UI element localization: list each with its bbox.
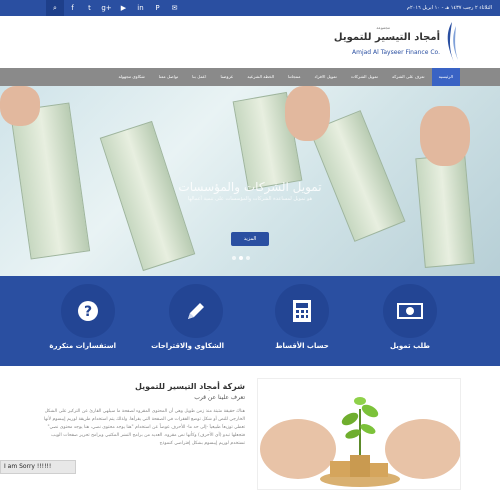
service-installment-calculator[interactable]: حساب الأقساط [274,284,330,350]
sorry-notice: I am Sorry !!!!!! [0,460,76,474]
service-faq[interactable]: ? استفسارات متكررة [49,284,116,350]
search-icon: ⌕ [53,3,57,12]
google-plus-icon[interactable]: g+ [98,0,115,16]
slider-dot-active[interactable] [239,256,243,260]
youtube-icon[interactable]: ▶ [115,0,132,16]
nav-item-personal-finance[interactable]: تمويل الافراد [308,68,344,86]
about-image [257,378,461,490]
hero-title: تمويل الشركات والمؤسسات [178,180,322,194]
hero-subtitle: هو تمويل لمساعدة الشركات والمؤسسات على ت… [187,196,313,202]
search-button[interactable]: ⌕ [46,0,64,16]
facebook-icon[interactable]: f [64,0,81,16]
coins-plant-image [258,379,460,489]
svg-text:?: ? [84,304,92,320]
service-label: طلب تمويل [390,342,430,350]
nav-item-corporate-finance[interactable]: تمويل الشركات [344,68,385,86]
mail-icon[interactable]: ✉ [166,0,183,16]
money-icon [383,284,437,338]
nav-item-about[interactable]: تعرف على الشركة [385,68,432,86]
hand-image [0,86,40,126]
hero-slider: تمويل الشركات والمؤسسات هو تمويل لمساعدة… [0,86,500,276]
nav-item-anonymous-complaints[interactable]: شكاوى مجهولة [112,68,152,86]
service-label: استفسارات متكررة [49,342,116,350]
services-band: طلب تمويل حساب الأقساط الشكاوي والاقتراح… [0,276,500,366]
banknote-image [415,154,475,268]
slider-dots [232,256,250,260]
site-logo[interactable]: مجموعة أمجاد التيسير للتمويل Amjad Al Ta… [334,18,460,66]
top-bar: ⌕ f t g+ ▶ in P ✉ الثلاثاء ٢ رجب ١٤٣٧ هـ… [0,0,500,16]
hand-image [420,106,470,166]
service-label: حساب الأقساط [275,342,329,350]
pinterest-icon[interactable]: P [149,0,166,16]
hand-image [285,86,330,141]
hero-more-button[interactable]: المزيد [231,232,269,246]
nav-item-products[interactable]: منتجاتنا [281,68,307,86]
about-subtitle: تعرف علينا عن قرب [194,394,245,401]
nav-item-careers[interactable]: اعمل بنا [185,68,213,86]
nav-item-offers[interactable]: عروضنا [213,68,240,86]
nav-item-home[interactable]: الرئيسية [431,68,460,86]
site-header: مجموعة أمجاد التيسير للتمويل Amjad Al Ta… [0,16,500,68]
slider-dot[interactable] [246,256,250,260]
service-complaints[interactable]: الشكاوي والاقتراحات [151,284,224,350]
twitter-icon[interactable]: t [81,0,98,16]
main-nav: الرئيسية تعرف على الشركة تمويل الشركات ت… [0,68,500,86]
pencil-icon [169,284,223,338]
question-icon: ? [61,284,115,338]
nav-item-sharia[interactable]: الخطة الشرعية [240,68,281,86]
about-text: هناك حقيقة مثبتة منذ زمن طويل وهي أن الم… [43,409,245,446]
logo-arabic-name: أمجاد التيسير للتمويل [333,32,440,43]
logo-english-name: Amjad Al Tayseer Finance Co. [352,49,440,56]
social-links: f t g+ ▶ in P ✉ [64,0,183,16]
slider-dot[interactable] [232,256,236,260]
logo-tagline: مجموعة [376,25,390,30]
service-label: الشكاوي والاقتراحات [151,342,224,350]
logo-mark-icon [447,22,458,62]
nav-item-contact[interactable]: تواصل معنا [152,68,185,86]
about-title: شركة أمجاد التيسير للتمويل [135,382,245,391]
service-finance-request[interactable]: طلب تمويل [382,284,438,350]
linkedin-icon[interactable]: in [132,0,149,16]
calculator-icon [275,284,329,338]
current-date: الثلاثاء ٢ رجب ١٤٣٧ هـ - ١٠ ابريل ٢٠١٦م [406,5,492,11]
